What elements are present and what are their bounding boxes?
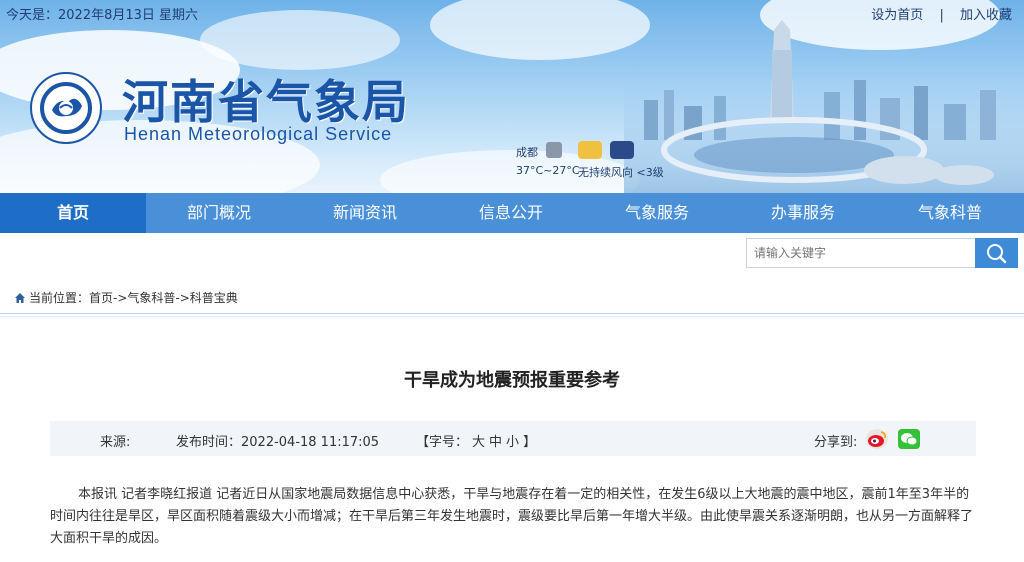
article-pubtime: 发布时间：2022-04-18 11:17:05 [176, 435, 380, 450]
city-skyline-image [624, 20, 1024, 193]
location-icon[interactable] [546, 142, 562, 158]
font-size-close: 】 [523, 435, 537, 450]
search-input[interactable] [746, 238, 976, 268]
cma-emblem-icon[interactable] [30, 72, 102, 144]
night-moon-icon [610, 141, 634, 159]
article-body: 本报讯 记者李晓红报道 记者近日从国家地震局数据信息中心获悉，干旱与地震存在着一… [50, 487, 974, 546]
nav-item-disclosure[interactable]: 信息公开 [438, 193, 584, 233]
font-size-medium[interactable]: 中 [489, 435, 502, 450]
weibo-icon[interactable] [866, 429, 888, 449]
font-size-large[interactable]: 大 [472, 435, 485, 450]
font-size-open: 【字号： [416, 435, 469, 450]
divider [0, 316, 1024, 317]
weather-wind: 无持续风向 <3级 [578, 166, 664, 179]
site-title[interactable]: 河南省气象局 [122, 66, 410, 132]
article-source: 来源: [100, 435, 131, 450]
article-title: 干旱成为地震预报重要参考 [404, 370, 620, 391]
nav-item-affairs[interactable]: 办事服务 [730, 193, 876, 233]
main-nav: 首页 部门概况 新闻资讯 信息公开 气象服务 办事服务 气象科普 [0, 193, 1024, 233]
share-label: 分享到: [814, 435, 858, 450]
divider [0, 313, 1024, 314]
nav-item-weather-service[interactable]: 气象服务 [584, 193, 730, 233]
weather-temp: 37°C~27°C [516, 164, 580, 177]
wechat-icon[interactable] [898, 429, 920, 449]
search-button[interactable] [975, 238, 1018, 268]
article-meta-bar: 来源: 发布时间：2022-04-18 11:17:05 【字号：大中小】 分享… [50, 421, 976, 456]
nav-item-news[interactable]: 新闻资讯 [292, 193, 438, 233]
nav-item-home[interactable]: 首页 [0, 193, 146, 233]
search-icon [987, 244, 1007, 264]
current-date: 今天是：2022年8月13日 星期六 [6, 8, 199, 23]
search-box [746, 238, 1018, 268]
nav-item-about[interactable]: 部门概况 [146, 193, 292, 233]
home-icon [15, 292, 25, 303]
breadcrumb: 当前位置： 首页->气象科普->科普宝典 [14, 289, 238, 306]
font-size-small[interactable]: 小 [506, 435, 519, 450]
breadcrumb-path[interactable]: 首页->气象科普->科普宝典 [89, 289, 238, 306]
site-header: 今天是：2022年8月13日 星期六 设为首页 | 加入收藏 河南省气象局 He… [0, 0, 1024, 193]
sunny-cloud-icon [578, 141, 602, 159]
weather-city[interactable]: 成都 [516, 144, 538, 160]
site-subtitle: Henan Meteorological Service [124, 124, 393, 144]
breadcrumb-prefix: 当前位置： [29, 291, 90, 305]
nav-item-science[interactable]: 气象科普 [876, 193, 1024, 233]
font-size-control: 【字号：大中小】 [414, 431, 538, 450]
